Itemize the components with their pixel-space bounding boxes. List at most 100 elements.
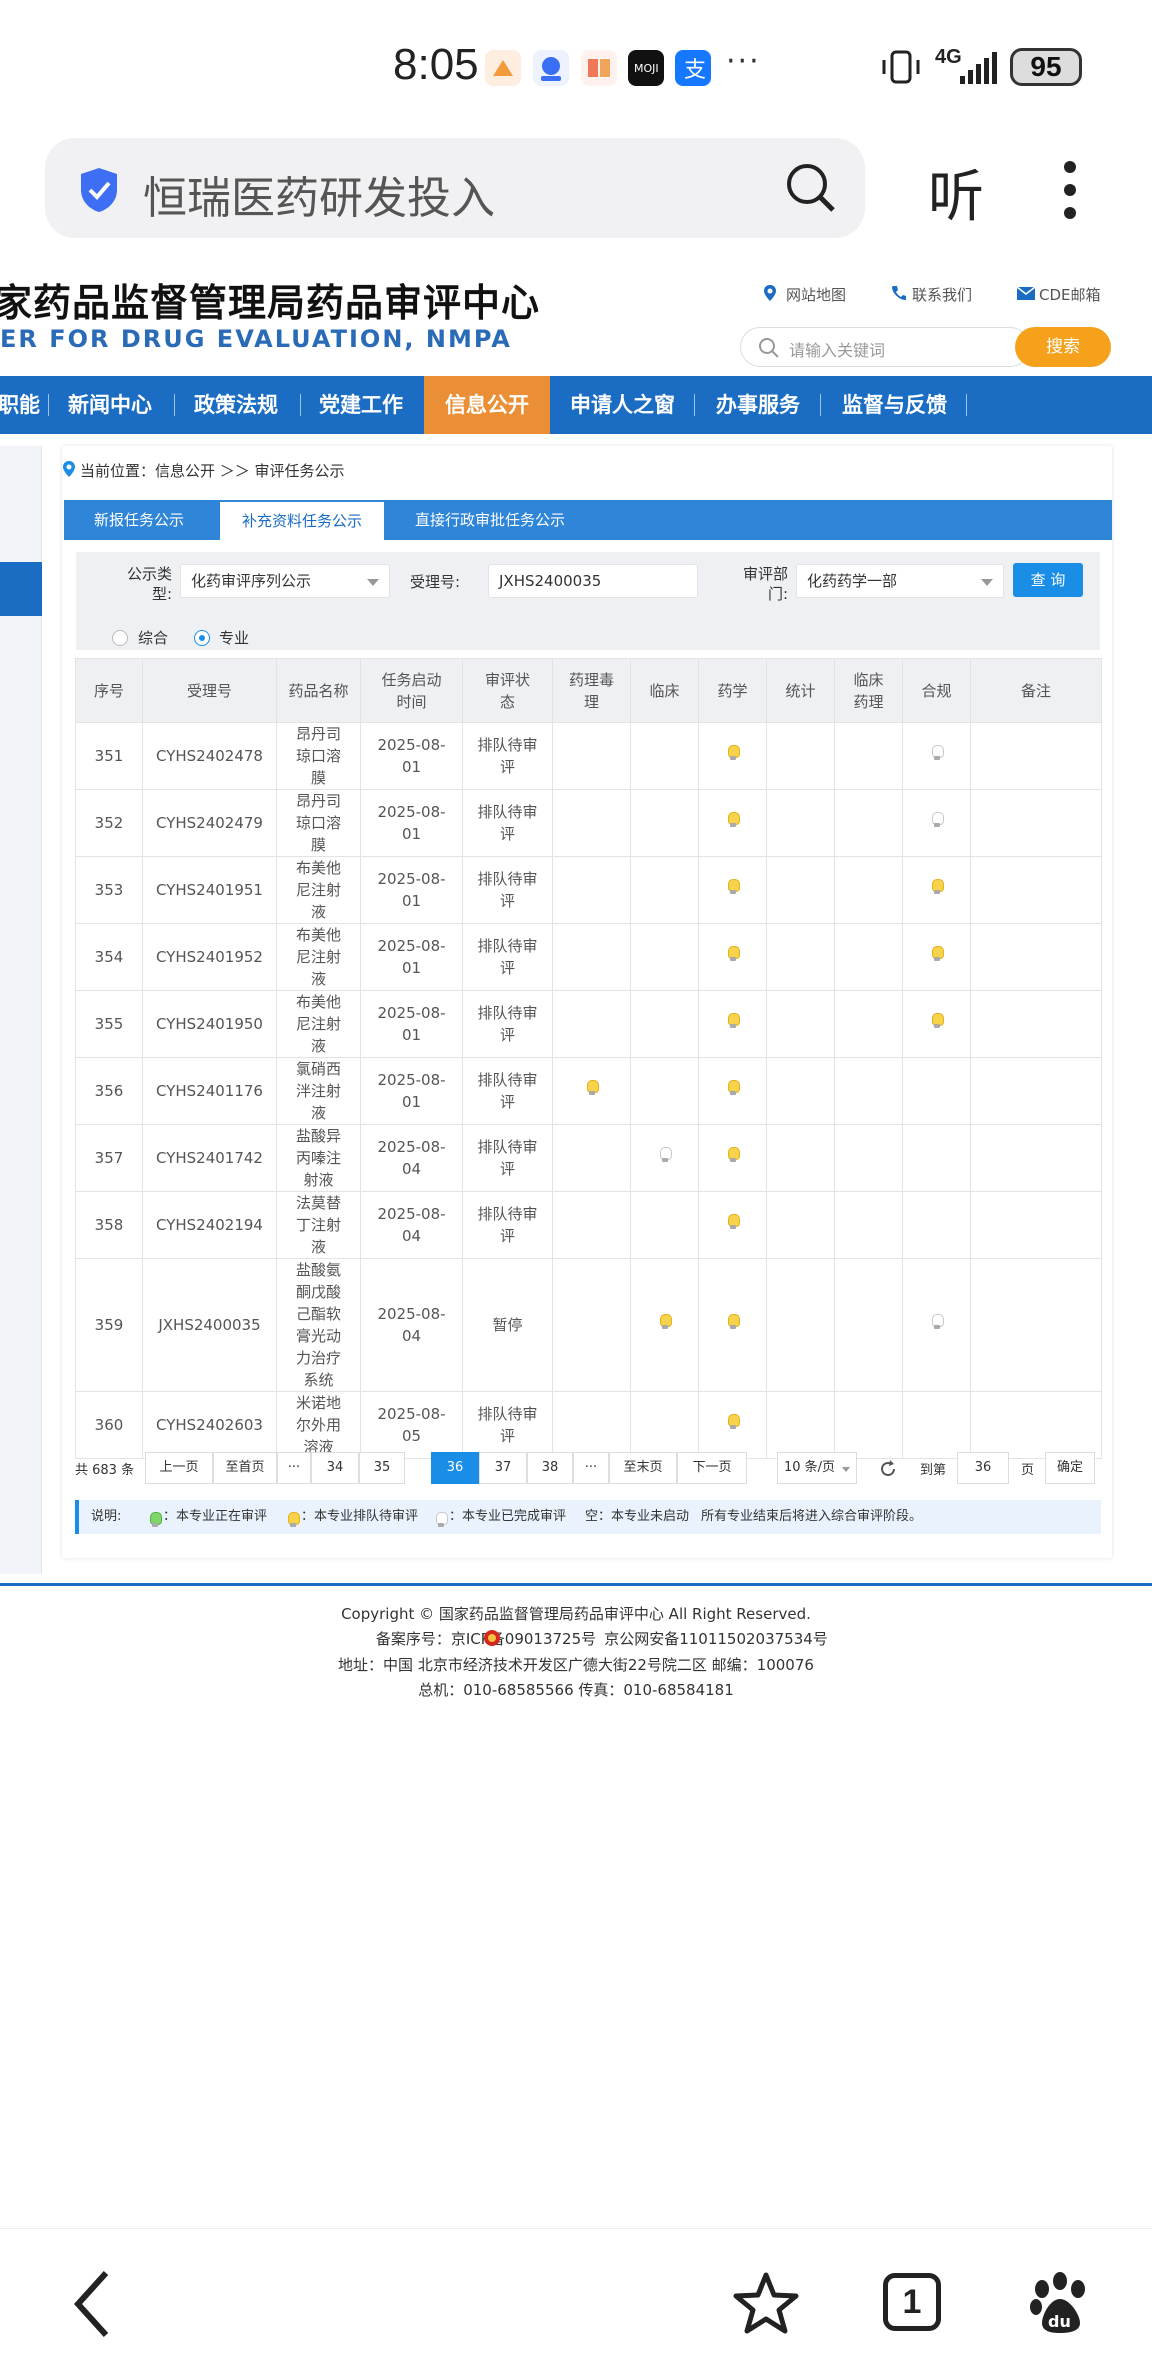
back-icon[interactable]	[72, 2269, 112, 2339]
page-37[interactable]: 37	[479, 1452, 527, 1484]
search-icon[interactable]	[785, 162, 837, 214]
refresh-icon[interactable]	[878, 1459, 898, 1479]
cell-clinical-pharm	[834, 990, 903, 1058]
sidebar-active-item[interactable]	[0, 562, 42, 616]
nav-item-service[interactable]: 办事服务	[716, 376, 800, 434]
goto-confirm-button[interactable]: 确定	[1045, 1452, 1095, 1484]
legend-grey: ：本专业已完成审评	[449, 1509, 567, 1524]
prev-page-button[interactable]: 上一页	[145, 1452, 213, 1484]
lightbulb-grey-icon	[931, 1314, 944, 1330]
cell-accept-no[interactable]: CYHS2401952	[142, 923, 277, 991]
table-row[interactable]: 357 CYHS2401742 盐酸异丙嗪注射液 2025-08-04 排队待审评	[75, 1124, 1102, 1192]
nav-item-policy[interactable]: 政策法规	[194, 376, 278, 434]
page-36[interactable]: 36	[431, 1452, 479, 1484]
footer-police[interactable]: 京公网安备11011502037534号	[140, 1628, 1152, 1649]
cell-status: 排队待审评	[462, 722, 553, 790]
cell-status: 暂停	[462, 1258, 553, 1392]
table-row[interactable]: 355 CYHS2401950 布美他尼注射液 2025-08-01 排队待审评	[75, 990, 1102, 1058]
page-38[interactable]: 38	[527, 1452, 573, 1484]
cell-accept-no[interactable]: CYHS2401176	[142, 1057, 277, 1125]
page-size-select[interactable]: 10 条/页	[777, 1452, 857, 1484]
dept-select-value: 化药药学一部	[807, 572, 898, 590]
cell-pharm-tox	[552, 1191, 631, 1259]
table-row[interactable]: 352 CYHS2402479 昂丹司琼口溶膜 2025-08-01 排队待审评	[75, 789, 1102, 857]
cell-accept-no[interactable]: JXHS2400035	[142, 1258, 277, 1392]
radio-professional[interactable]	[194, 630, 210, 646]
nav-item-party[interactable]: 党建工作	[319, 376, 403, 434]
cell-compliance	[902, 856, 971, 924]
accept-number-input[interactable]: JXHS2400035	[488, 564, 698, 598]
main-nav: 职能 新闻中心 政策法规 党建工作 信息公开 申请人之窗 办事服务 监督与反馈	[0, 376, 1152, 434]
cell-accept-no[interactable]: CYHS2402603	[142, 1391, 277, 1459]
star-bookmark-icon[interactable]	[732, 2271, 800, 2335]
page-ellipsis-left[interactable]: ···	[277, 1452, 311, 1484]
table-row[interactable]: 360 CYHS2402603 米诺地尔外用溶液 2025-08-05 排队待审评	[75, 1391, 1102, 1459]
nav-item-info-public[interactable]: 信息公开	[424, 376, 550, 434]
type-select-value: 化药审评序列公示	[191, 572, 312, 590]
keyword-search-input[interactable]: 请输入关键词	[740, 327, 1030, 367]
cell-accept-no[interactable]: CYHS2402194	[142, 1191, 277, 1259]
link-sitemap[interactable]: 网站地图	[786, 284, 846, 305]
radio-comprehensive-label: 综合	[138, 629, 169, 647]
tab-new-tasks[interactable]: 新报任务公示	[64, 500, 214, 540]
mail-icon	[1017, 287, 1035, 300]
phone-icon	[892, 286, 906, 300]
tabs-count-button[interactable]: 1	[883, 2273, 941, 2331]
table-row[interactable]: 354 CYHS2401952 布美他尼注射液 2025-08-01 排队待审评	[75, 923, 1102, 991]
link-cde-mail[interactable]: CDE邮箱	[1039, 284, 1101, 305]
cell-clinical	[630, 856, 699, 924]
status-time: 8:05	[393, 40, 479, 89]
cell-clinical	[630, 1124, 699, 1192]
cell-no: 357	[75, 1124, 143, 1192]
lightbulb-grey-icon	[931, 812, 944, 828]
cell-accept-no[interactable]: CYHS2401950	[142, 990, 277, 1058]
cell-status: 排队待审评	[462, 1057, 553, 1125]
first-page-button[interactable]: 至首页	[213, 1452, 277, 1484]
cell-drug-name: 米诺地尔外用溶液	[276, 1391, 361, 1459]
nav-item-feedback[interactable]: 监督与反馈	[842, 376, 947, 434]
next-page-button[interactable]: 下一页	[677, 1452, 747, 1484]
cell-compliance	[902, 789, 971, 857]
tab-supplement-tasks[interactable]: 补充资料任务公示	[220, 502, 384, 544]
page-35[interactable]: 35	[359, 1452, 405, 1484]
cell-clinical-pharm	[834, 1057, 903, 1125]
link-contact[interactable]: 联系我们	[912, 284, 972, 305]
cell-pharmacy	[698, 923, 767, 991]
table-row[interactable]: 351 CYHS2402478 昂丹司琼口溶膜 2025-08-01 排队待审评	[75, 722, 1102, 790]
cell-clinical	[630, 1391, 699, 1459]
last-page-button[interactable]: 至末页	[609, 1452, 677, 1484]
more-menu-icon[interactable]	[1055, 155, 1087, 225]
dept-select[interactable]: 化药药学一部	[796, 564, 1004, 598]
table-row[interactable]: 356 CYHS2401176 氯硝西泮注射液 2025-08-01 排队待审评	[75, 1057, 1102, 1125]
nav-item-applicant[interactable]: 申请人之窗	[570, 376, 675, 434]
nav-item-news[interactable]: 新闻中心	[68, 376, 152, 434]
query-button[interactable]: 查 询	[1013, 563, 1083, 597]
lightbulb-green-icon	[149, 1512, 162, 1528]
cell-statistics	[766, 1191, 835, 1259]
table-row[interactable]: 359 JXHS2400035 盐酸氨酮戊酸己酯软膏光动力治疗系统 2025-08-0…	[75, 1258, 1102, 1392]
footer-divider	[0, 1583, 1152, 1586]
page-ellipsis-right[interactable]: ···	[573, 1452, 609, 1484]
cell-accept-no[interactable]: CYHS2401742	[142, 1124, 277, 1192]
cell-remarks	[970, 722, 1102, 790]
cell-statistics	[766, 1057, 835, 1125]
goto-page-input[interactable]: 36	[957, 1452, 1009, 1484]
page-34[interactable]: 34	[311, 1452, 359, 1484]
radio-comprehensive[interactable]	[112, 630, 128, 646]
lightbulb-grey-icon	[435, 1512, 448, 1528]
site-search-button[interactable]: 搜索	[1015, 327, 1111, 367]
browser-search-bar[interactable]: 恒瑞医药研发投入	[45, 138, 865, 238]
cell-accept-no[interactable]: CYHS2402479	[142, 789, 277, 857]
listen-button[interactable]: 听	[928, 152, 984, 233]
baidu-paw-icon[interactable]: du	[1028, 2271, 1092, 2337]
cell-clinical-pharm	[834, 856, 903, 924]
cell-accept-no[interactable]: CYHS2402478	[142, 722, 277, 790]
cell-accept-no[interactable]: CYHS2401951	[142, 856, 277, 924]
type-select[interactable]: 化药审评序列公示	[180, 564, 390, 598]
cell-drug-name: 布美他尼注射液	[276, 923, 361, 991]
lightbulb-yellow-icon	[931, 879, 944, 895]
tab-direct-approval[interactable]: 直接行政审批任务公示	[390, 500, 590, 540]
table-row[interactable]: 353 CYHS2401951 布美他尼注射液 2025-08-01 排队待审评	[75, 856, 1102, 924]
table-row[interactable]: 358 CYHS2402194 法莫替丁注射液 2025-08-04 排队待审评	[75, 1191, 1102, 1259]
nav-item-functions[interactable]: 职能	[0, 376, 40, 434]
